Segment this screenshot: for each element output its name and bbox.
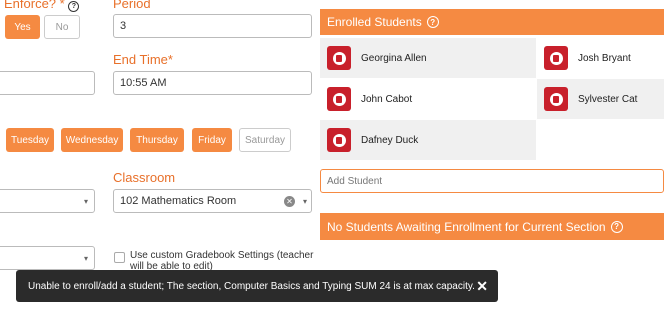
student-card: Georgina Allen [320,38,536,78]
add-student-input[interactable]: Add Student [320,169,664,193]
required-marker: * [59,0,65,11]
trash-icon[interactable] [544,46,568,70]
student-name: Dafney Duck [361,134,419,146]
chevron-down-icon: ▾ [83,254,88,263]
gradebook-checkbox[interactable] [114,252,125,263]
trash-icon[interactable] [327,128,351,152]
enrolled-header-text: Enrolled Students [327,15,422,29]
trash-icon[interactable] [327,46,351,70]
start-time-input[interactable] [0,71,95,95]
left-select[interactable]: ▾ [0,189,95,213]
day-wednesday-button[interactable]: Wednesday [61,128,123,152]
chevron-down-icon: ▾ [302,197,307,206]
help-icon[interactable]: ? [426,16,439,28]
enrolled-students-header: Enrolled Students ? [320,9,664,35]
student-card: Josh Bryant [537,38,664,78]
student-card: John Cabot [320,79,536,119]
enforce-yes-button[interactable]: Yes [5,15,40,39]
period-label: Period [113,0,151,11]
chevron-down-icon: ▾ [83,197,88,206]
enforce-label: Enforce? * ? [4,0,80,12]
end-time-input[interactable]: 10:55 AM [113,71,312,95]
student-card: Sylvester Cat [537,79,664,119]
enforce-label-text: Enforce? [4,0,57,11]
gradebook-label: Use custom Gradebook Settings (teacher w… [130,250,314,272]
classroom-select-value: 102 Mathematics Room [120,195,237,207]
error-toast: Unable to enroll/add a student; The sect… [16,270,498,302]
day-thursday-button[interactable]: Thursday [130,128,184,152]
day-friday-button[interactable]: Friday [192,128,232,152]
trash-icon[interactable] [327,87,351,111]
period-input[interactable]: 3 [113,14,312,38]
awaiting-enrollment-header: No Students Awaiting Enrollment for Curr… [320,213,664,240]
classroom-label: Classroom [113,170,176,185]
close-icon[interactable]: ✕ [476,278,488,295]
student-card: Dafney Duck [320,120,536,160]
student-name: Sylvester Cat [578,93,638,105]
student-name: Georgina Allen [361,52,427,64]
day-tuesday-button[interactable]: Tuesday [6,128,54,152]
student-name: Josh Bryant [578,52,631,64]
trash-icon[interactable] [544,87,568,111]
day-saturday-button[interactable]: Saturday [239,128,291,152]
end-time-label: End Time* [113,52,173,67]
clear-icon[interactable]: ✕ [284,196,295,207]
toast-message: Unable to enroll/add a student; The sect… [28,280,475,292]
enforce-no-button[interactable]: No [44,15,80,39]
help-icon[interactable]: ? [610,220,623,233]
awaiting-header-text: No Students Awaiting Enrollment for Curr… [327,219,606,234]
help-icon[interactable]: ? [68,1,80,12]
left-select-2[interactable]: ▾ [0,246,95,270]
student-name: John Cabot [361,93,413,105]
classroom-select[interactable]: 102 Mathematics Room ✕ ▾ [113,189,312,213]
